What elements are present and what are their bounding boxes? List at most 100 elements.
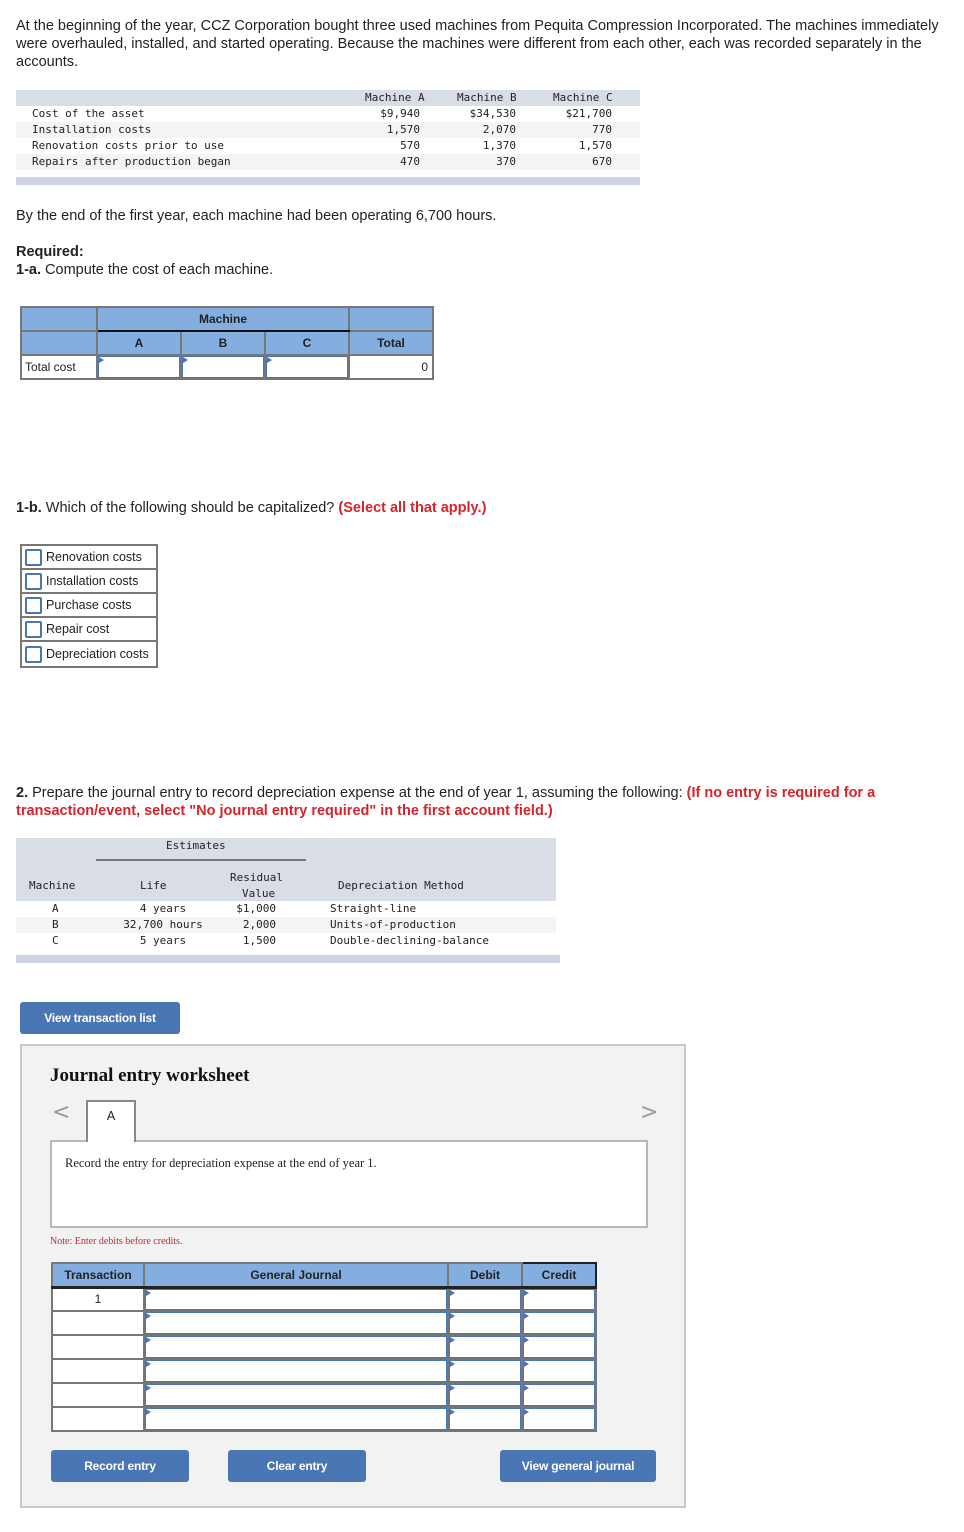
row-label: Renovation costs prior to use <box>32 139 225 152</box>
cost-input-a[interactable] <box>98 356 180 378</box>
credit-input[interactable] <box>523 1360 595 1382</box>
row-label: Cost of the asset <box>32 107 145 120</box>
entry-description: Record the entry for depreciation expens… <box>50 1140 648 1228</box>
checkbox[interactable] <box>25 620 42 638</box>
worksheet-title: Journal entry worksheet <box>50 1065 250 1086</box>
value-c: $21,700 <box>565 107 612 120</box>
header-machine-b: Machine B <box>457 91 517 104</box>
row-label: Repairs after production began <box>32 155 231 168</box>
journal-row: 1 <box>51 1286 597 1312</box>
credit-input[interactable] <box>523 1336 595 1358</box>
value-b: 2,070 <box>482 123 516 136</box>
transaction-number <box>51 1406 145 1432</box>
estimates-header: Estimates Machine Life Residual Value De… <box>16 838 556 901</box>
tab-a[interactable]: A <box>86 1100 136 1142</box>
estimates-group-header: Estimates <box>166 839 226 852</box>
table-row: B 32,700 hours 2,000 Units-of-production <box>16 917 556 933</box>
residual-header-line2: Value <box>242 887 276 900</box>
option-installation-costs[interactable]: Installation costs <box>22 570 156 594</box>
clear-entry-button[interactable]: Clear entry <box>228 1450 366 1482</box>
blank-header <box>20 306 98 332</box>
option-repair-cost[interactable]: Repair cost <box>22 618 156 642</box>
journal-row <box>51 1334 597 1360</box>
checkbox[interactable] <box>25 596 42 614</box>
total-cost-table: Machine A B C Total Total cost 0 <box>20 306 434 380</box>
account-select[interactable] <box>145 1336 447 1358</box>
table-row: A 4 years $1,000 Straight-line <box>16 901 556 917</box>
instruction-text: (Select all that apply.) <box>338 500 487 516</box>
option-label: Purchase costs <box>46 598 132 612</box>
question-text: Prepare the journal entry to record depr… <box>28 785 687 801</box>
transaction-number <box>51 1310 145 1336</box>
question-2: 2. Prepare the journal entry to record d… <box>16 784 951 820</box>
checkbox[interactable] <box>25 548 42 566</box>
account-select[interactable] <box>145 1312 447 1334</box>
credit-input[interactable] <box>523 1288 595 1310</box>
option-renovation-costs[interactable]: Renovation costs <box>22 546 156 570</box>
checkbox[interactable] <box>25 645 42 663</box>
option-depreciation-costs[interactable]: Depreciation costs <box>22 642 156 666</box>
transaction-number <box>51 1334 145 1360</box>
blank-header <box>348 306 434 332</box>
blank-header <box>20 330 98 356</box>
debit-input[interactable] <box>449 1312 521 1334</box>
residual-cell: 1,500 <box>242 934 276 947</box>
cost-cell-b <box>180 354 266 380</box>
life-cell: 32,700 hours <box>123 918 203 931</box>
value-b: 370 <box>496 155 516 168</box>
debit-input[interactable] <box>449 1288 521 1310</box>
header-machine-a: Machine A <box>365 91 425 104</box>
value-a: 470 <box>400 155 420 168</box>
credit-input[interactable] <box>523 1384 595 1406</box>
option-purchase-costs[interactable]: Purchase costs <box>22 594 156 618</box>
table-footer-bar <box>16 177 640 185</box>
value-c: 770 <box>592 123 612 136</box>
capitalize-options-list: Renovation costs Installation costs Purc… <box>20 544 158 668</box>
machine-cell: C <box>52 934 59 947</box>
life-cell: 4 years <box>139 902 187 915</box>
journal-row <box>51 1310 597 1336</box>
debit-input[interactable] <box>449 1336 521 1358</box>
machine-header: Machine <box>29 879 76 892</box>
record-entry-button[interactable]: Record entry <box>51 1450 189 1482</box>
credit-header: Credit <box>521 1262 597 1289</box>
account-select[interactable] <box>145 1288 447 1310</box>
debit-input[interactable] <box>449 1360 521 1382</box>
debit-input[interactable] <box>449 1408 521 1430</box>
chevron-left-icon[interactable]: < <box>52 1100 70 1125</box>
chevron-right-icon[interactable]: > <box>640 1100 658 1125</box>
hours-text: By the end of the first year, each machi… <box>16 208 497 224</box>
total-cost-value: 0 <box>348 354 434 380</box>
method-cell: Straight-line <box>330 902 417 915</box>
account-select[interactable] <box>145 1408 447 1430</box>
view-general-journal-button[interactable]: View general journal <box>500 1450 656 1482</box>
cost-input-b[interactable] <box>182 356 264 378</box>
account-select[interactable] <box>145 1384 447 1406</box>
value-a: 570 <box>400 139 420 152</box>
option-label: Repair cost <box>46 622 110 636</box>
table-row: Installation costs 1,570 2,070 770 <box>16 122 640 138</box>
column-a-header: A <box>96 330 182 356</box>
residual-header-line1: Residual <box>230 871 283 884</box>
cost-input-c[interactable] <box>266 356 348 378</box>
journal-entry-worksheet: Journal entry worksheet < A > Record the… <box>20 1044 686 1508</box>
value-a: $9,940 <box>380 107 420 120</box>
residual-cell: 2,000 <box>242 918 276 931</box>
transaction-number <box>51 1358 145 1384</box>
credit-input[interactable] <box>523 1312 595 1334</box>
transaction-number <box>51 1382 145 1408</box>
option-label: Installation costs <box>46 574 139 588</box>
account-select[interactable] <box>145 1360 447 1382</box>
view-transaction-list-button[interactable]: View transaction list <box>20 1002 180 1034</box>
value-a: 1,570 <box>386 123 420 136</box>
life-header: Life <box>140 879 167 892</box>
column-b-header: B <box>180 330 266 356</box>
debits-note: Note: Enter debits before credits. <box>50 1236 183 1247</box>
question-number: 2. <box>16 785 29 801</box>
life-cell: 5 years <box>139 934 187 947</box>
debit-input[interactable] <box>449 1384 521 1406</box>
total-cost-label: Total cost <box>20 354 98 380</box>
checkbox[interactable] <box>25 572 42 590</box>
table-footer-bar <box>16 955 560 963</box>
credit-input[interactable] <box>523 1408 595 1430</box>
